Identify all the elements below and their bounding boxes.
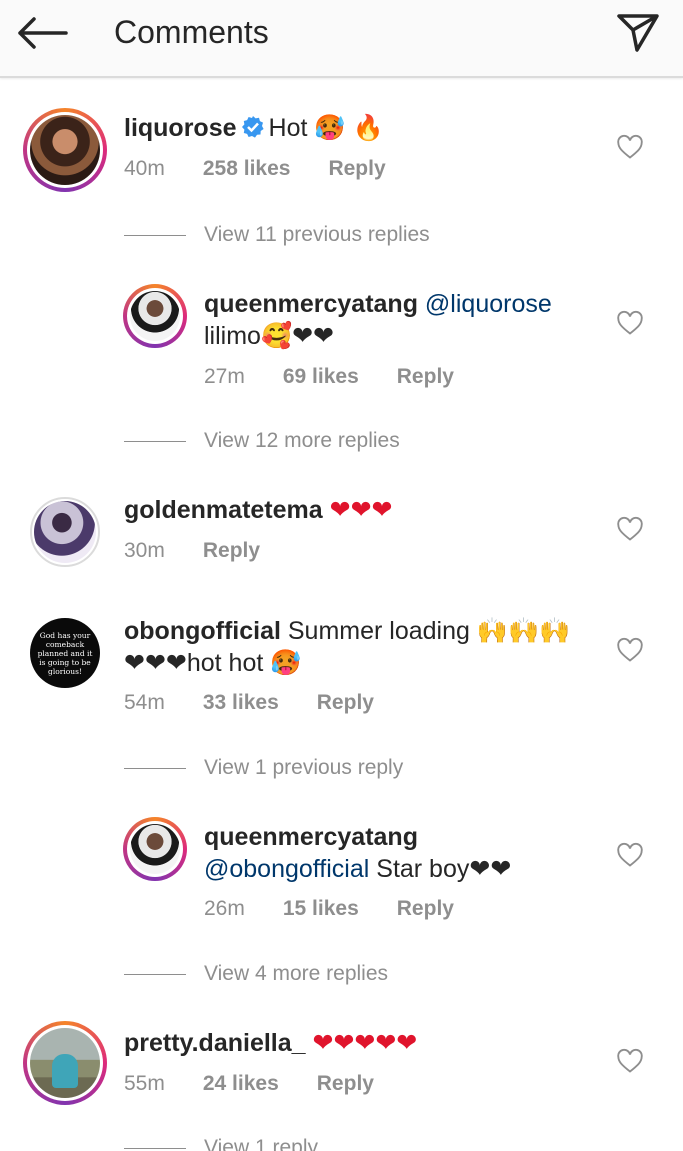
timestamp: 26m: [204, 897, 245, 920]
comment-meta: 54m 33 likes Reply: [124, 691, 374, 715]
likes-count[interactable]: 69 likes: [283, 365, 359, 389]
divider: [124, 767, 186, 769]
reply-button[interactable]: Reply: [397, 897, 454, 921]
username[interactable]: liquorose: [124, 114, 237, 142]
username[interactable]: goldenmatetema: [124, 496, 323, 524]
avatar-quote: God has your comeback planned and it is …: [37, 630, 93, 676]
top-bar: Comments: [0, 0, 683, 78]
username[interactable]: pretty.daniella_: [124, 1029, 306, 1057]
divider: [124, 234, 186, 236]
heart-icon[interactable]: [616, 636, 644, 664]
heart-icon[interactable]: [616, 133, 644, 161]
reply-button[interactable]: Reply: [328, 157, 385, 181]
mention-link[interactable]: @obongofficial: [204, 855, 369, 883]
comment-meta: 55m 24 likes Reply: [124, 1072, 374, 1096]
avatar[interactable]: [123, 817, 187, 881]
username[interactable]: queenmercyatang: [204, 823, 418, 851]
comment-body: lilimo🥰❤❤: [204, 322, 334, 350]
divider: [124, 973, 186, 975]
timestamp: 55m: [124, 1072, 165, 1095]
reply-button[interactable]: Reply: [203, 539, 260, 563]
share-button[interactable]: [610, 8, 666, 58]
username[interactable]: obongofficial: [124, 617, 281, 645]
avatar[interactable]: [23, 1021, 107, 1105]
mention-link[interactable]: @liquorose: [425, 290, 552, 318]
view-replies-button[interactable]: View 4 more replies: [124, 962, 388, 986]
view-replies-button[interactable]: View 12 more replies: [124, 429, 400, 453]
timestamp: 27m: [204, 365, 245, 388]
likes-count[interactable]: 24 likes: [203, 1072, 279, 1096]
comment-meta: 30m Reply: [124, 539, 260, 563]
comment-body: ❤❤❤: [329, 495, 393, 524]
back-button[interactable]: [16, 10, 76, 56]
comment-text: goldenmatetema ❤❤❤: [124, 494, 392, 526]
avatar[interactable]: [30, 497, 100, 567]
comment-text: obongofficial Summer loading 🙌🙌🙌 ❤❤❤hot …: [124, 615, 594, 679]
comment-text: queenmercyatang @obongofficial Star boy❤…: [204, 821, 604, 885]
timestamp: 54m: [124, 691, 165, 714]
reply-button[interactable]: Reply: [317, 691, 374, 715]
comment-body: Hot 🥵 🔥: [268, 114, 384, 142]
reply-button[interactable]: Reply: [317, 1072, 374, 1096]
view-replies-button[interactable]: View 1 previous reply: [124, 756, 403, 780]
comment-body: Summer loading 🙌🙌🙌: [287, 617, 571, 645]
divider: [124, 440, 186, 442]
avatar[interactable]: [123, 284, 187, 348]
paper-plane-icon: [617, 14, 659, 52]
verified-badge-icon: [241, 116, 264, 138]
likes-count[interactable]: 33 likes: [203, 691, 279, 715]
heart-icon[interactable]: [616, 1047, 644, 1075]
comment-text: liquorose Hot 🥵 🔥: [124, 112, 384, 144]
comment-body-2: ❤❤❤hot hot 🥵: [124, 649, 302, 677]
arrow-left-icon: [18, 17, 68, 49]
heart-icon[interactable]: [616, 515, 644, 543]
divider: [124, 1147, 186, 1149]
likes-count[interactable]: 15 likes: [283, 897, 359, 921]
view-replies-button[interactable]: View 11 previous replies: [124, 223, 430, 247]
view-replies-button[interactable]: View 1 reply: [124, 1136, 318, 1151]
heart-icon[interactable]: [616, 841, 644, 869]
avatar[interactable]: God has your comeback planned and it is …: [30, 618, 100, 688]
reply-button[interactable]: Reply: [397, 365, 454, 389]
comment-body: ❤❤❤❤❤: [312, 1028, 418, 1057]
likes-count[interactable]: 258 likes: [203, 157, 291, 181]
timestamp: 40m: [124, 157, 165, 180]
heart-icon[interactable]: [616, 309, 644, 337]
page-title: Comments: [114, 14, 269, 50]
comment-text: pretty.daniella_ ❤❤❤❤❤: [124, 1027, 417, 1059]
username[interactable]: queenmercyatang: [204, 290, 418, 318]
comment-meta: 40m 258 likes Reply: [124, 157, 386, 181]
timestamp: 30m: [124, 539, 165, 562]
comment-body: Star boy❤❤: [376, 855, 512, 883]
comment-meta: 26m 15 likes Reply: [204, 897, 454, 921]
comment-text: queenmercyatang @liquorose lilimo🥰❤❤: [204, 288, 604, 352]
avatar[interactable]: [23, 108, 107, 192]
comment-meta: 27m 69 likes Reply: [204, 365, 454, 389]
